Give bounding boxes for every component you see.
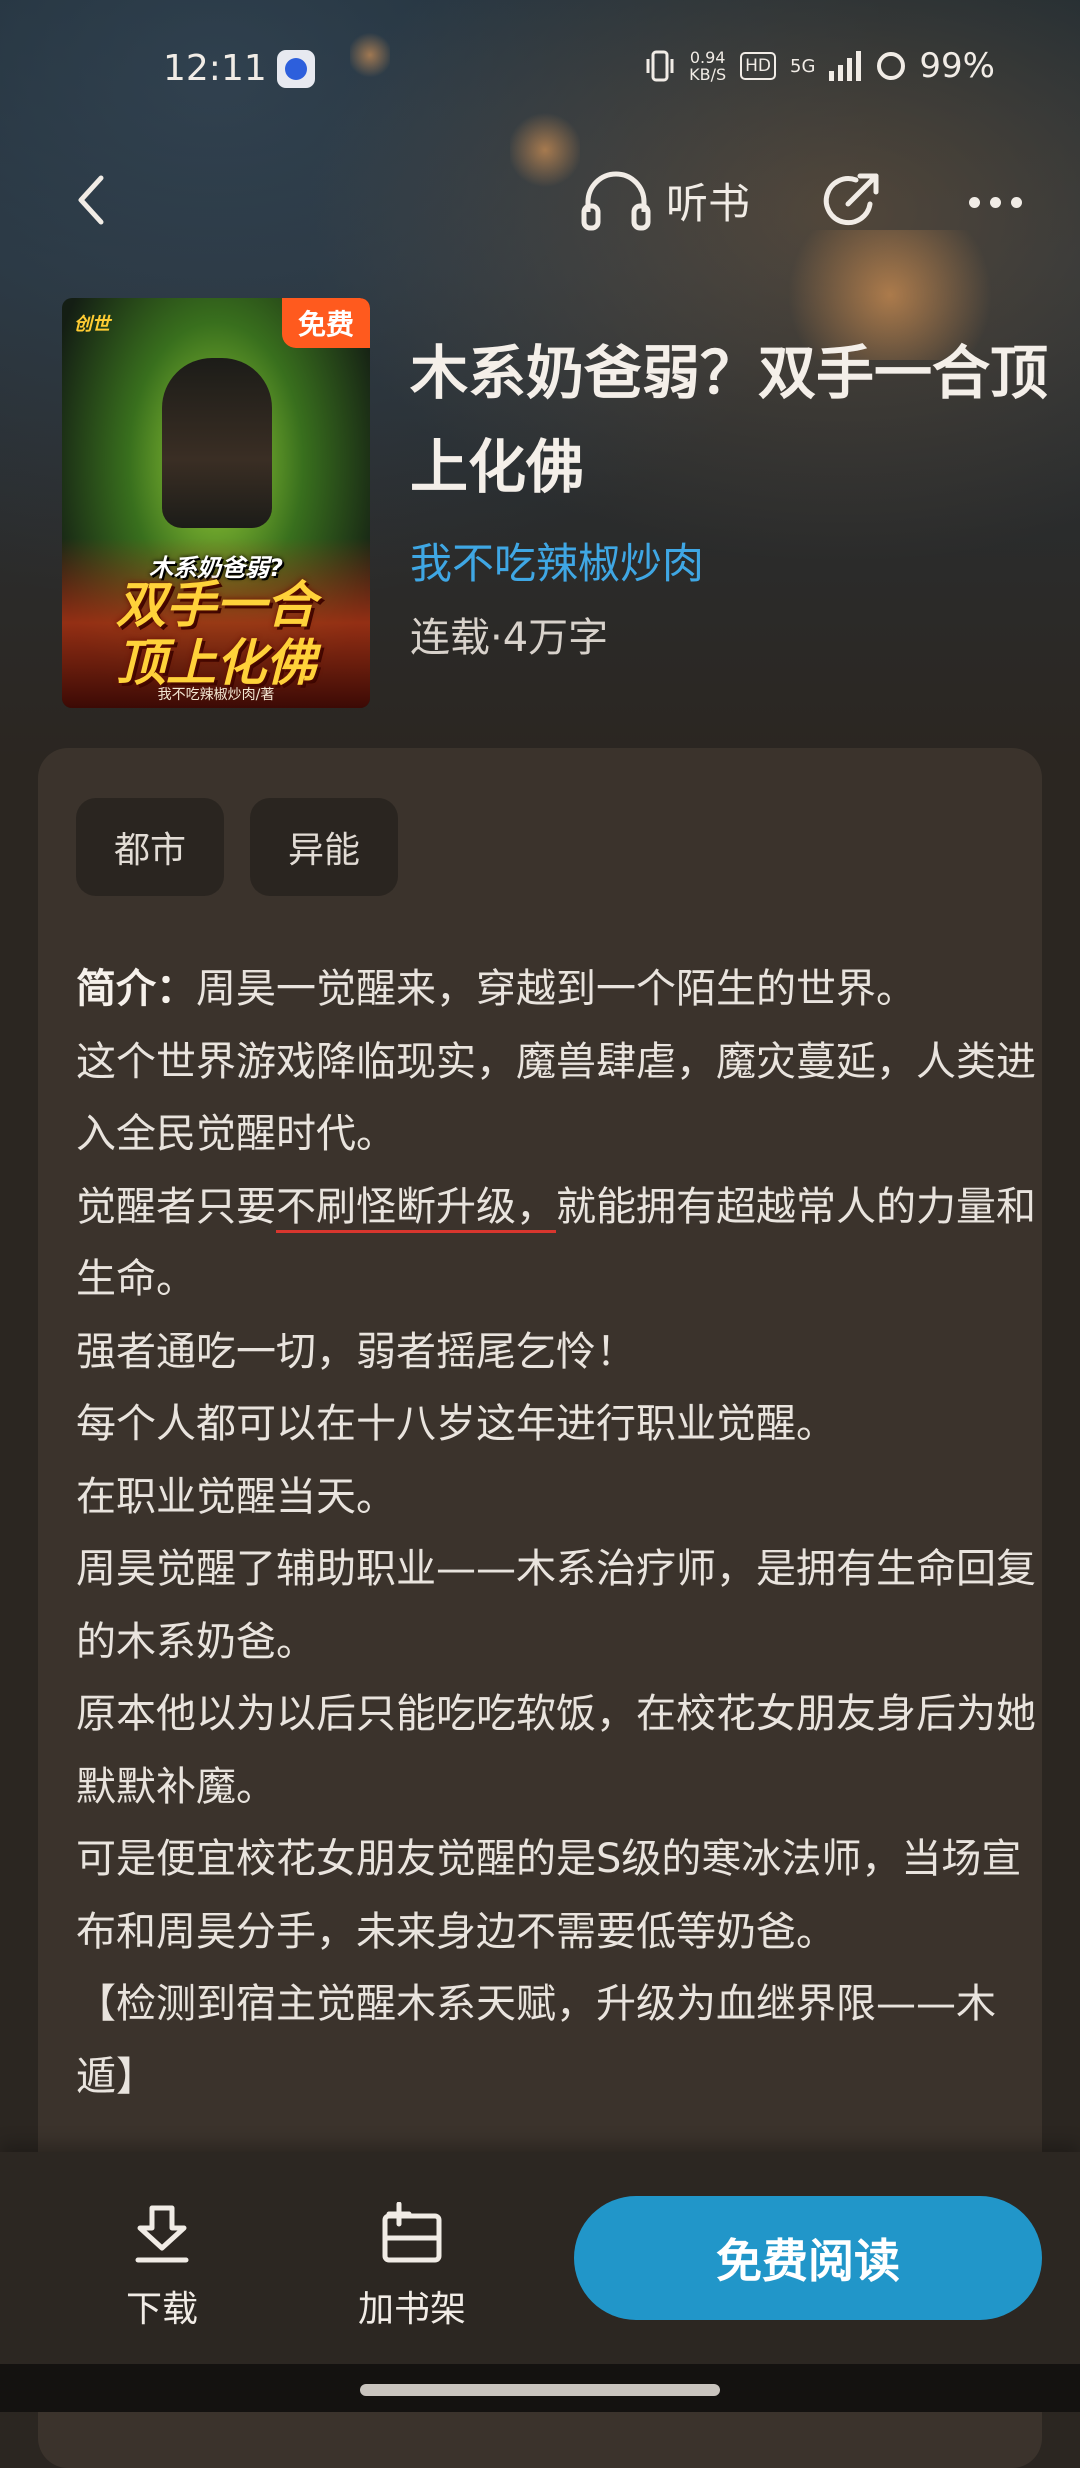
cover-title-line: 双手一合 [116, 576, 316, 634]
more-options-button[interactable] [955, 170, 1035, 234]
cover-author: 我不吃辣椒炒肉/著 [157, 687, 275, 703]
book-author-link[interactable]: 我不吃辣椒炒肉 [410, 530, 704, 591]
cover-figure [162, 358, 272, 528]
status-time: 12:11 [163, 48, 267, 89]
network-speed-unit: KB/S [689, 65, 727, 84]
synopsis-paragraph: 周昊觉醒了辅助职业——木系治疗师，是拥有生命回复的木系奶爸。 [76, 1546, 1036, 1665]
add-to-shelf-label: 加书架 [357, 2289, 466, 2330]
synopsis-paragraph: 强者通吃一切，弱者摇尾乞怜！ [76, 1328, 636, 1375]
bottom-action-bar: 下载 加书架 免费阅读 [0, 2152, 1080, 2364]
system-navigation-bar [0, 2364, 1080, 2412]
home-indicator[interactable] [360, 2384, 720, 2396]
synopsis-paragraph: 在职业觉醒当天。 [76, 1473, 396, 1520]
network-type: 5G [790, 55, 816, 77]
network-speed: 0.94 KB/S [689, 49, 726, 83]
chevron-left-icon [78, 175, 104, 225]
status-bar: 12:11 0.94 KB/S HD 5G 99% [0, 0, 1080, 140]
battery-level: 99% [919, 46, 995, 86]
top-navigation: 听书 [0, 150, 1080, 250]
synopsis-paragraph: 【检测到宿主觉醒木系天赋，升级为血继界限——木遁】 [76, 1981, 996, 2100]
cover-publisher-logo: 创世 [74, 314, 110, 335]
synopsis-paragraph: 简介：周昊一觉醒来，穿越到一个陌生的世界。 [76, 953, 1036, 1026]
share-icon [823, 173, 879, 226]
synopsis-paragraph: 觉醒者只要不刷怪断升级，就能拥有超越常人的力量和生命。 [76, 1171, 1036, 1316]
status-indicators: 0.94 KB/S HD 5G 99% [645, 46, 995, 86]
back-button[interactable] [60, 170, 120, 230]
more-dot-icon [1010, 196, 1022, 208]
add-to-shelf-button[interactable]: 加书架 [342, 2202, 482, 2332]
synopsis-text: 周昊一觉醒来，穿越到一个陌生的世界。 [196, 966, 916, 1012]
headphones-icon [581, 171, 651, 231]
tag-chip[interactable]: 都市 [76, 798, 225, 896]
network-speed-value: 0.94 [689, 48, 726, 67]
download-label: 下载 [125, 2289, 198, 2330]
underlined-text: 不刷怪断升级， [276, 1183, 556, 1230]
more-dot-icon [989, 196, 1001, 208]
hd-icon: HD [740, 52, 777, 80]
tag-list: 都市 异能 [76, 798, 399, 896]
add-bookshelf-icon [382, 2202, 442, 2263]
download-button[interactable]: 下载 [92, 2202, 232, 2332]
cover-title: 双手一合 顶上化佛 [62, 576, 370, 692]
free-read-button[interactable]: 免费阅读 [574, 2196, 1042, 2320]
synopsis-paragraph: 这个世界游戏降临现实，魔兽肆虐，魔灾蔓延，人类进入全民觉醒时代。 [76, 1038, 1036, 1158]
book-title: 木系奶爸弱？双手一合顶上化佛 [410, 339, 1049, 501]
listen-book-label: 听书 [666, 178, 751, 228]
book-status: 连载·4万字 [410, 615, 609, 661]
book-synopsis: 简介：周昊一觉醒来，穿越到一个陌生的世界。 这个世界游戏降临现实，魔兽肆虐，魔灾… [76, 953, 1036, 2113]
free-badge: 免费 [282, 298, 370, 348]
book-cover[interactable]: 创世 木系奶爸弱? 双手一合 顶上化佛 我不吃辣椒炒肉/著 免费 [62, 298, 370, 708]
synopsis-paragraph: 原本他以为以后只能吃吃软饭，在校花女朋友身后为她默默补魔。 [76, 1691, 1036, 1810]
vibrate-icon [646, 50, 674, 82]
signal-icon [829, 51, 862, 81]
more-dot-icon [968, 196, 980, 208]
listen-book-button[interactable]: 听书 [580, 168, 750, 232]
synopsis-label: 简介： [76, 966, 196, 1012]
synopsis-text: 觉醒者只要 [76, 1183, 276, 1230]
battery-icon [877, 52, 906, 80]
tag-chip[interactable]: 异能 [250, 798, 399, 896]
synopsis-paragraph: 可是便宜校花女朋友觉醒的是S级的寒冰法师，当场宣布和周昊分手，未来身边不需要低等… [76, 1836, 1022, 1955]
share-button[interactable] [820, 170, 884, 234]
baidu-app-icon [277, 50, 315, 88]
synopsis-paragraph: 每个人都可以在十八岁这年进行职业觉醒。 [76, 1401, 836, 1447]
download-icon [135, 2205, 189, 2263]
